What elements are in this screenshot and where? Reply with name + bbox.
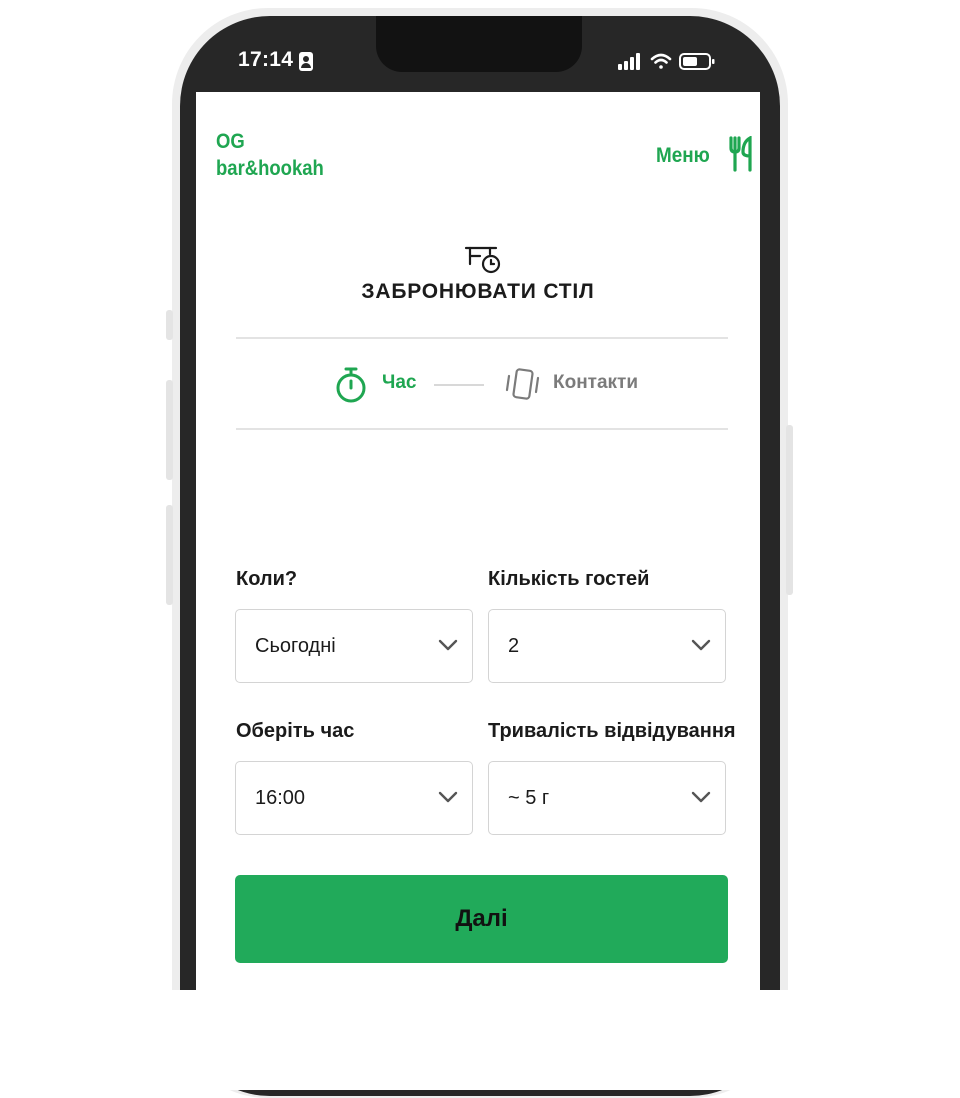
next-button[interactable]: Далі: [235, 875, 728, 963]
time-select[interactable]: 16:00: [235, 761, 473, 835]
page-title: ЗАБРОНЮВАТИ СТІЛ: [361, 280, 595, 303]
phone-side-button: [166, 310, 173, 340]
app-screen: OG bar&hookah Меню ЗАБРОНЮВАТИ СТІЛ Час …: [196, 92, 760, 992]
guests-label: Кількість гостей: [488, 568, 650, 590]
duration-select[interactable]: ~ 5 г: [488, 761, 726, 835]
duration-value: ~ 5 г: [508, 787, 550, 809]
when-value: Сьогодні: [255, 635, 336, 657]
wifi-icon: [650, 53, 672, 69]
logo-line-name: bar&hookah: [216, 157, 324, 180]
guests-value: 2: [508, 635, 520, 657]
duration-label: Тривалість відвідування: [488, 720, 736, 742]
status-bar: 17:14: [196, 28, 758, 92]
phone-vibrate-icon: [505, 368, 540, 400]
cutlery-icon[interactable]: [728, 136, 754, 172]
when-label: Коли?: [236, 568, 298, 590]
time-value: 16:00: [255, 787, 306, 809]
step-contacts[interactable]: Контакти: [553, 372, 638, 394]
phone-side-button: [166, 505, 173, 605]
menu-link[interactable]: Меню: [656, 144, 710, 168]
chevron-down-icon: [438, 639, 458, 651]
brand-logo[interactable]: OG bar&hookah: [216, 128, 324, 182]
battery-icon: [679, 53, 715, 70]
table-booking-icon: [464, 246, 501, 274]
divider-top: [236, 337, 728, 339]
step-connector: [434, 384, 484, 386]
divider-bottom: [236, 428, 728, 430]
time-label: Оберіть час: [236, 720, 355, 742]
contact-card-icon: [299, 52, 313, 71]
chevron-down-icon: [438, 791, 458, 803]
status-icons: [618, 53, 715, 70]
chevron-down-icon: [691, 639, 711, 651]
step-time[interactable]: Час: [382, 372, 416, 394]
phone-side-button: [786, 425, 793, 595]
status-time: 17:14: [238, 48, 294, 71]
phone-side-button: [166, 380, 173, 480]
stopwatch-icon: [336, 367, 366, 403]
cellular-signal-icon: [618, 53, 640, 70]
guests-select[interactable]: 2: [488, 609, 726, 683]
logo-line-og: OG: [216, 130, 245, 153]
when-select[interactable]: Сьогодні: [235, 609, 473, 683]
chevron-down-icon: [691, 791, 711, 803]
bottom-fade: [160, 990, 800, 1090]
